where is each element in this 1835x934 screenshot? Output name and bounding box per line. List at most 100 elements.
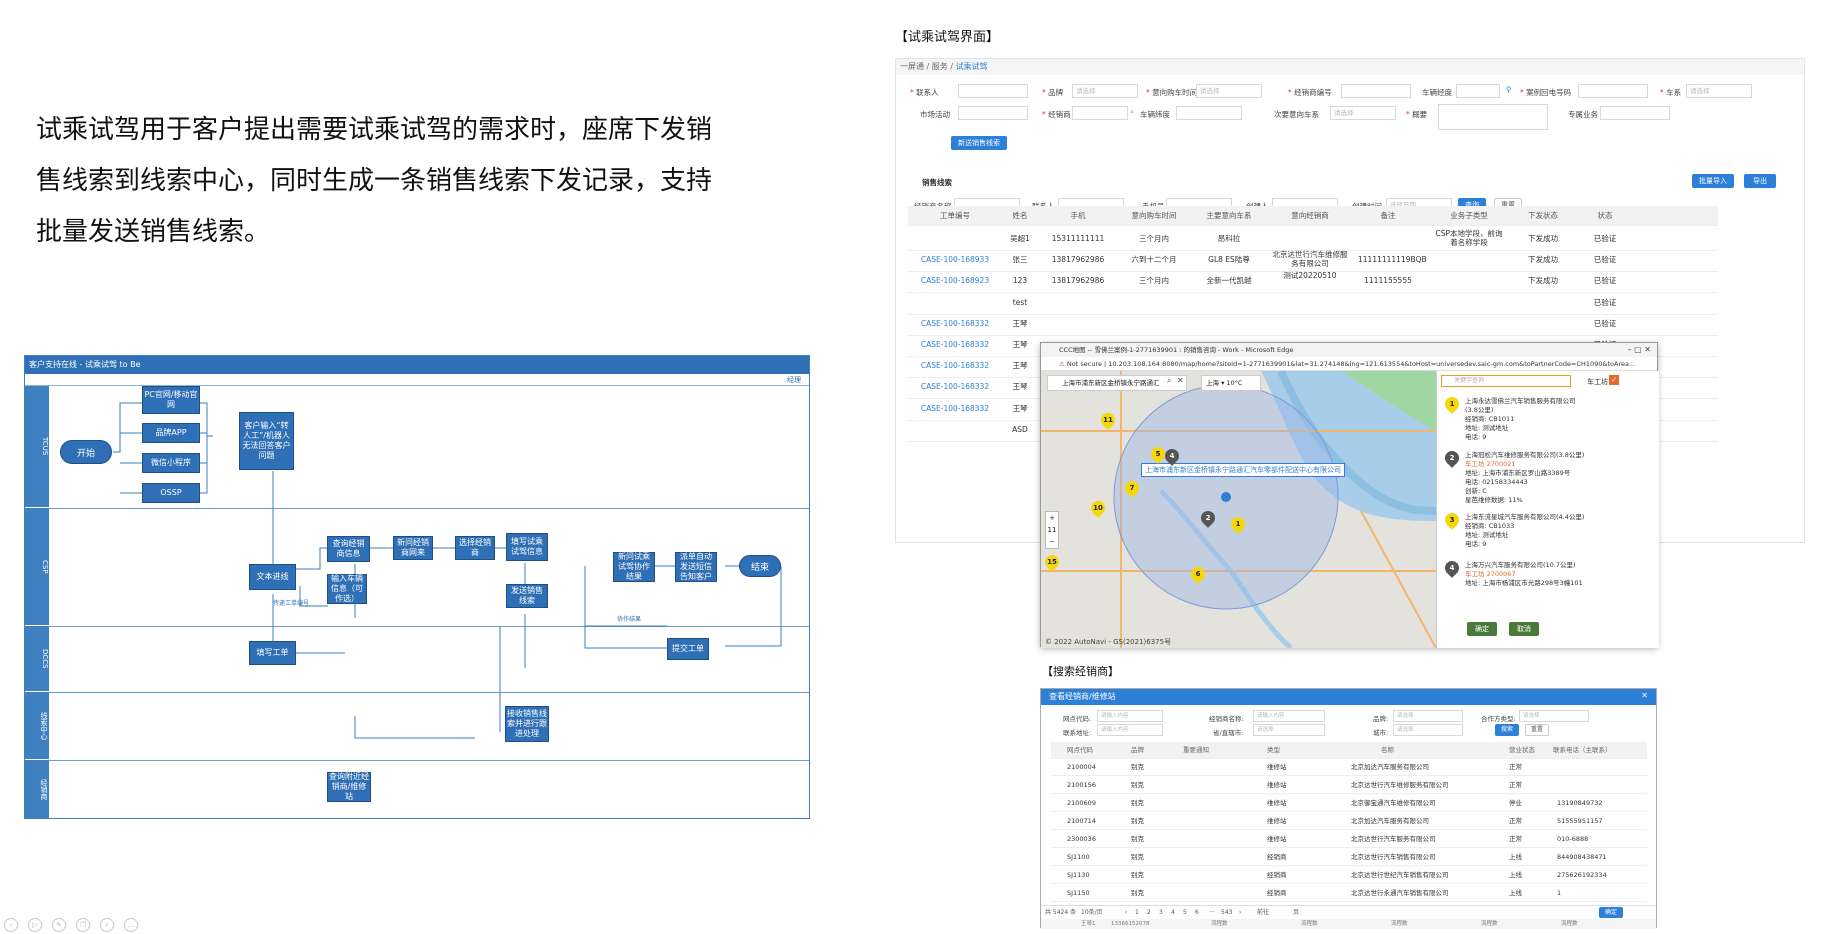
dealer-cell: 北京加达汽车服务有限公司: [1351, 817, 1429, 825]
dealer-cell: 2100156: [1067, 781, 1096, 789]
flow-new-dealer-query: 新问经销商网来: [393, 536, 433, 560]
dealer-table-row[interactable]: 2100004 别克 维修站 北京加达汽车服务有限公司 正常: [1051, 759, 1647, 776]
province-select[interactable]: 请选择: [1253, 724, 1325, 736]
label-dealer: 经销商: [1042, 109, 1071, 120]
map-url-bar[interactable]: ⚠ Not secure | 10.203.108.164:8080/map/h…: [1041, 357, 1657, 371]
close-icon[interactable]: ✕: [1641, 691, 1648, 700]
back-icon[interactable]: ‹: [4, 918, 18, 932]
map-marker[interactable]: 2: [1198, 508, 1218, 528]
brand-select[interactable]: 请选择: [1072, 84, 1138, 98]
map-cancel-button[interactable]: 取消: [1509, 622, 1539, 636]
flow-query-dealer: 查询经销商信息: [327, 536, 370, 562]
net-code-input[interactable]: 请输入内容: [1097, 710, 1163, 722]
dealer-result-list: 关键字查询 车工坊 ✓ 1 上海永达雪佛兰汽车销售服务有限公司 (3.8公里) 经…: [1436, 371, 1659, 648]
window-controls[interactable]: – ▢ ✕: [1628, 345, 1651, 354]
dealer-reset-button[interactable]: 重置: [1525, 724, 1549, 736]
label-next-intent-series: 次要意向车系: [1274, 110, 1319, 119]
new-lead-button[interactable]: 新送销售线索: [951, 136, 1007, 150]
cell-dealer: [1270, 290, 1350, 293]
keyword-search-input[interactable]: 关键字查询: [1441, 375, 1571, 387]
dealer-cell: 2100004: [1067, 763, 1096, 771]
cell-dealer: [1270, 332, 1350, 335]
search-icon[interactable]: ⌕: [1167, 376, 1171, 386]
map-confirm-button[interactable]: 确定: [1467, 622, 1497, 636]
copy-icon[interactable]: ❐: [76, 918, 90, 932]
cell-name: ASD: [1012, 424, 1028, 434]
flow-fill-drive-info: 填写试乘试驾信息: [506, 533, 548, 561]
col-status: 状态: [1597, 211, 1613, 220]
clear-icon[interactable]: ✕: [1177, 376, 1184, 385]
export-button[interactable]: 导出: [1744, 174, 1776, 188]
dealer-table-row[interactable]: SJ1150 别克 经销商 北京达世行永通汽车销售有限公司 上线 1: [1051, 885, 1647, 902]
dealer-table-row[interactable]: 2100714 别克 维修站 北京加达汽车服务有限公司 正常 51555951157: [1051, 813, 1647, 830]
contact-addr-input[interactable]: 请输入内容: [1097, 724, 1163, 736]
dealer-table-row[interactable]: 2100156 别克 维修站 北京达世行汽车维修服务有限公司 正常: [1051, 777, 1647, 794]
brand-select[interactable]: 请选择: [1393, 710, 1463, 722]
dealer-input[interactable]: [1072, 106, 1128, 120]
label-city: 城市:: [1373, 729, 1389, 737]
vehicle-coords-input[interactable]: [1456, 84, 1500, 98]
play-icon[interactable]: ▷: [28, 918, 42, 932]
flow-send-lead: 发送销售线索: [506, 584, 548, 608]
dealer-cell: 别克: [1131, 889, 1144, 897]
vehicle-lat-input[interactable]: [1176, 106, 1242, 120]
breadcrumb-item-home[interactable]: 一屏通: [900, 62, 924, 71]
map-marker[interactable]: 11: [1098, 410, 1118, 430]
dealer-cell: 844908438471: [1557, 853, 1607, 861]
flow-input-vehicle: 输入车辆信息（可作选）: [327, 574, 367, 604]
map-canvas[interactable]: 上海市浦东新区金桥镇永宁路通汇 ⌕ ✕ 上海 ▾ 10°C 上海市浦东新区金桥镇…: [1041, 371, 1436, 648]
owner-input[interactable]: [1600, 106, 1670, 120]
label-net-name: 经销商名称:: [1209, 715, 1244, 723]
zoom-icon[interactable]: ⌕: [100, 918, 114, 932]
dealer-cell: SJ1100: [1067, 853, 1090, 861]
dealer-cell: SJ1150: [1067, 889, 1090, 897]
intent-time-select[interactable]: 请选择: [1196, 84, 1262, 98]
dealer-search-button[interactable]: 搜索: [1495, 724, 1519, 736]
dealer-cell: 维修站: [1267, 763, 1287, 771]
warning-icon: ⚠: [1059, 360, 1065, 368]
summary-textarea[interactable]: [1438, 104, 1548, 130]
map-search-box[interactable]: 上海市浦东新区金桥镇永宁路通汇: [1047, 375, 1187, 391]
dealer-table-row[interactable]: 2300036 别克 维修站 北京达世行汽车服务有限公司 正常 010-6888: [1051, 831, 1647, 848]
dealer-cell: 北京加达汽车服务有限公司: [1351, 763, 1429, 771]
dealer-confirm-button[interactable]: 确定: [1599, 907, 1623, 918]
map-marker[interactable]: 15: [1042, 552, 1062, 572]
map-marker[interactable]: 4: [1162, 446, 1182, 466]
dealer-cell: 维修站: [1267, 799, 1287, 807]
net-name-input[interactable]: 请输入内容: [1253, 710, 1325, 722]
callback-phone-input[interactable]: [1578, 84, 1648, 98]
map-marker[interactable]: 6: [1188, 564, 1208, 584]
series-select[interactable]: 请选择: [1686, 84, 1752, 98]
pager-next[interactable]: ›: [1239, 906, 1241, 920]
dealer-search-icon[interactable]: ⌕: [1130, 107, 1134, 117]
cell-dealer: [1270, 311, 1350, 314]
breadcrumb-item-service[interactable]: 服务: [932, 62, 948, 71]
map-marker[interactable]: 7: [1122, 478, 1142, 498]
city-select[interactable]: 请选择: [1393, 724, 1463, 736]
label-callback-phone: 案例回电号码: [1520, 87, 1571, 98]
zoom-controls[interactable]: +11−: [1045, 511, 1059, 549]
next-intent-series-select[interactable]: 请选择: [1330, 106, 1396, 120]
dealer-table-row[interactable]: 2100609 别克 维修站 北京御宝通汽车维修有限公司 停业 13190849732: [1051, 795, 1647, 812]
map-marker[interactable]: 10: [1088, 498, 1108, 518]
batch-import-button[interactable]: 批量导入: [1692, 174, 1734, 188]
section-dealer-search-title: 【搜索经销商】: [1042, 665, 1119, 678]
location-pin-icon[interactable]: ⚲: [1506, 85, 1512, 94]
dealer-table-row[interactable]: SJ1100 别克 经销商 北京达世行汽车销售有限公司 上线 844908438471: [1051, 849, 1647, 866]
dealer-pager: 共 5424 条 10条/页 ‹ 1 2 3 4 5 6 ··· 543 › 前…: [1041, 905, 1656, 919]
coop-select[interactable]: 请选择: [1519, 710, 1589, 722]
map-marker[interactable]: 1: [1228, 514, 1248, 534]
col-subtype: 业务子类型: [1450, 211, 1488, 220]
checkbox-icon[interactable]: ✓: [1609, 375, 1619, 385]
dealer-cell: 上线: [1509, 889, 1522, 897]
dealer-cell: 经销商: [1267, 871, 1287, 879]
more-icon[interactable]: …: [124, 918, 138, 932]
dealer-table-row[interactable]: SJ1130 别克 经销商 北京达世行世纪汽车销售有限公司 上线 275626192334: [1051, 867, 1647, 884]
dealer-cell: 别克: [1131, 871, 1144, 879]
pager-prev[interactable]: ‹: [1125, 906, 1127, 920]
market-activity-input[interactable]: [958, 106, 1028, 120]
dealer-code-input[interactable]: [1341, 84, 1411, 98]
contact-input[interactable]: [958, 84, 1028, 98]
pen-icon[interactable]: ✎: [52, 918, 66, 932]
per-page-select[interactable]: 10条/页: [1081, 906, 1103, 920]
